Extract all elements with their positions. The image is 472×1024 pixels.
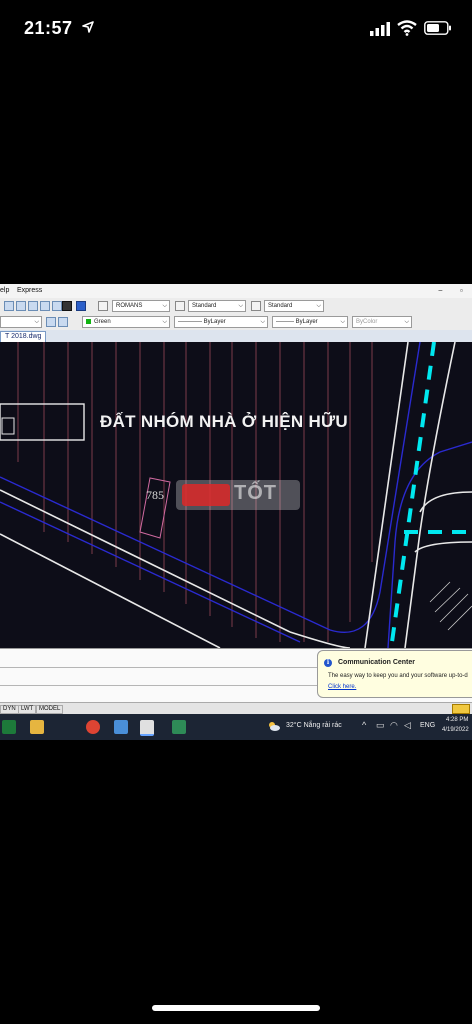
sheets-app-icon[interactable] (172, 720, 186, 734)
watermark-text: TỐT (234, 482, 277, 504)
cad-screen-photo: elp Express − ▫ ROMANS ⌵ Standard ⌵ Standa… (0, 284, 472, 740)
home-indicator[interactable] (152, 1005, 320, 1011)
cellular-signal-icon (370, 22, 390, 36)
clock-date[interactable]: 4/19/2022 (442, 727, 469, 733)
linetype-select[interactable]: ———— ByLayer ⌵ (174, 316, 268, 328)
menu-bar: elp Express − ▫ (0, 284, 472, 298)
watermark-badge (182, 484, 230, 506)
chrome-icon[interactable] (86, 720, 100, 734)
ios-status-bar: 21:57 (0, 0, 472, 60)
table-style-icon[interactable] (251, 301, 261, 311)
command-separator (0, 667, 330, 668)
weather-text[interactable]: 32°C Nắng rải rác (286, 722, 342, 729)
location-arrow-icon (82, 21, 94, 33)
plot-style-select[interactable]: ByColor ⌵ (352, 316, 412, 328)
notification-link[interactable]: Click here. (328, 684, 356, 690)
layer-icon[interactable] (46, 317, 56, 327)
excel-icon[interactable] (2, 720, 16, 734)
wifi-icon (397, 20, 417, 36)
chevron-up-icon[interactable]: ^ (362, 720, 366, 730)
dim-style-select[interactable]: Standard ⌵ (188, 300, 246, 312)
toolbar-icon[interactable] (62, 301, 72, 311)
autocad-icon[interactable] (140, 720, 154, 736)
lwt-toggle[interactable]: LWT (18, 705, 37, 714)
styles-toolbar: ROMANS ⌵ Standard ⌵ Standard ⌵ (0, 298, 472, 315)
properties-toolbar: ⌵ Green ⌵ ———— ByLayer ⌵ ——— ByLayer ⌵ ByCo… (0, 314, 472, 331)
minimize-button[interactable]: − (438, 286, 443, 295)
dim-style-icon[interactable] (175, 301, 185, 311)
menu-express[interactable]: Express (17, 287, 42, 294)
battery-icon (424, 21, 451, 35)
green-swatch-icon (86, 318, 91, 324)
clock-time[interactable]: 4:28 PM (446, 717, 468, 723)
info-icon: i (324, 659, 332, 667)
restore-button[interactable]: ▫ (460, 286, 463, 295)
command-separator (0, 685, 330, 686)
layer-select[interactable]: ⌵ (0, 316, 42, 328)
document-tab-strip: T 2018.dwg (0, 330, 472, 343)
weather-partly-sunny-icon (269, 722, 280, 731)
input-language[interactable]: ENG (420, 722, 435, 729)
lineweight-select[interactable]: ——— ByLayer ⌵ (272, 316, 348, 328)
speaker-icon[interactable]: ◁ (404, 720, 411, 731)
toolbar-icon[interactable] (16, 301, 26, 311)
model-toggle[interactable]: MODEL (36, 705, 64, 714)
text-style-icon[interactable] (98, 301, 108, 311)
table-style-select[interactable]: Standard ⌵ (264, 300, 324, 312)
network-icon[interactable]: ▭ (376, 720, 385, 731)
toolbar-icon[interactable] (52, 301, 62, 311)
toolbar-icon[interactable] (4, 301, 14, 311)
toolbar-icon[interactable] (28, 301, 38, 311)
windows-taskbar: 32°C Nắng rải rác ^ ▭ ◠ ◁ ENG 4:28 PM 4/… (0, 714, 472, 740)
status-time: 21:57 (24, 18, 73, 38)
text-style-select[interactable]: ROMANS ⌵ (112, 300, 170, 312)
watermark-logo: TỐT (176, 480, 300, 510)
drawing-canvas[interactable]: ĐẤT NHÓM NHÀ Ở HIỆN HỮU 785 TỐT (0, 342, 472, 648)
wifi-tray-icon[interactable]: ◠ (390, 720, 398, 731)
dyn-toggle[interactable]: DYN (0, 705, 19, 714)
file-explorer-icon[interactable] (30, 720, 44, 734)
lock-icon[interactable] (452, 704, 470, 714)
color-select[interactable]: Green ⌵ (82, 316, 170, 328)
parcel-number: 785 (146, 488, 164, 502)
communication-center-notification[interactable]: i Communication Center The easy way to k… (317, 650, 472, 698)
help-icon[interactable] (76, 301, 86, 311)
notification-title: Communication Center (338, 659, 416, 666)
drawing-label: ĐẤT NHÓM NHÀ Ở HIỆN HỮU (100, 412, 348, 431)
layer-previous-icon[interactable] (58, 317, 68, 327)
notification-body: The easy way to keep you and your softwa… (328, 673, 468, 679)
network-app-icon[interactable] (114, 720, 128, 734)
menu-help[interactable]: elp (0, 287, 9, 294)
toolbar-icon[interactable] (40, 301, 50, 311)
